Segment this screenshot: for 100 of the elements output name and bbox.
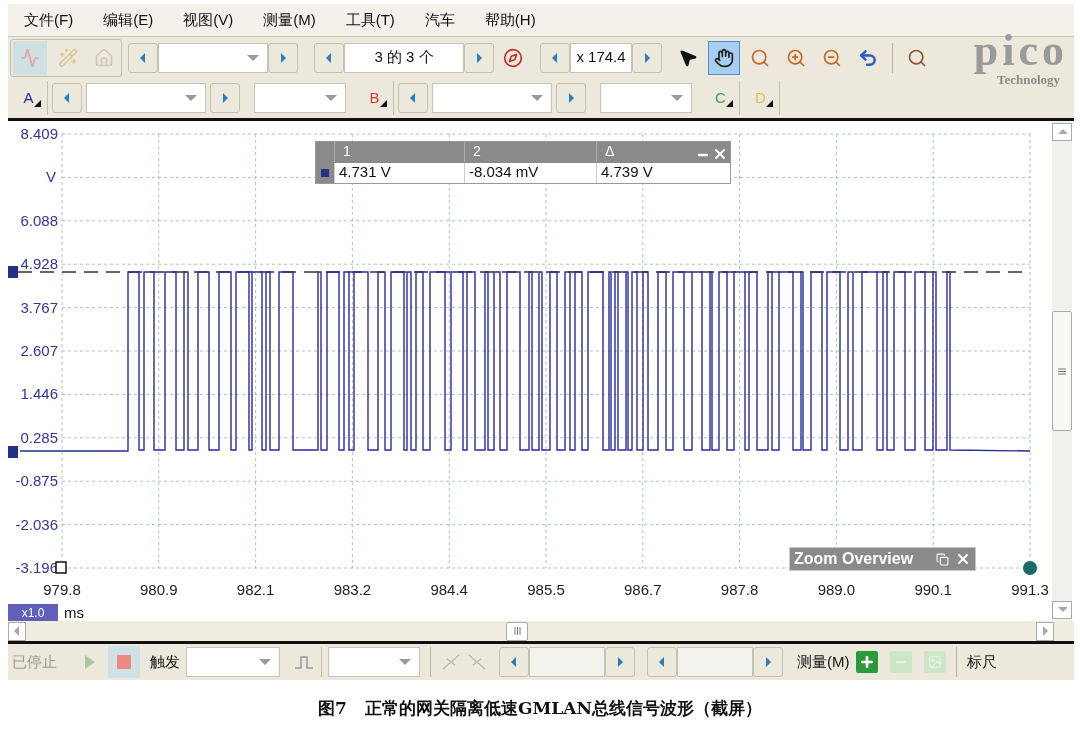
x-axis-label: 986.7 [624, 581, 662, 598]
y-axis-label: -2.036 [15, 515, 58, 533]
next-button[interactable] [464, 42, 494, 73]
dropdown-arrow-icon [325, 94, 337, 102]
previous-button[interactable] [499, 647, 529, 677]
dropdown[interactable] [254, 83, 346, 113]
scope-view-button[interactable] [13, 40, 47, 75]
ruler-handle[interactable] [1023, 561, 1037, 575]
next-button[interactable] [556, 83, 586, 113]
dropdown-arrow-icon [671, 94, 683, 102]
menu-item[interactable]: 文件(F) [24, 8, 74, 32]
zoom-in-icon [786, 47, 806, 68]
left-arrow-icon [509, 656, 519, 668]
dropdown-arrow-icon [259, 658, 271, 666]
y-axis-label: 4.928 [20, 255, 58, 273]
x-axis-label: 984.4 [430, 581, 468, 598]
channel-swatch [321, 168, 329, 177]
dropdown-arrow-icon [399, 658, 411, 666]
restore-icon[interactable] [936, 552, 949, 566]
axis-unit: V [46, 168, 56, 186]
dropdown[interactable] [158, 42, 268, 73]
close-icon[interactable] [712, 146, 728, 162]
next-button[interactable] [210, 83, 240, 113]
grip-icon [1058, 367, 1066, 375]
corner-arrow-icon [34, 100, 41, 107]
menu-item[interactable]: 帮助(H) [484, 8, 536, 32]
hand-icon [714, 47, 734, 68]
axis-unit: ms [64, 603, 84, 623]
value-field[interactable] [529, 647, 605, 677]
page-counter-field[interactable]: 3 的 3 个 [344, 42, 464, 73]
scroll-thumb[interactable] [506, 621, 528, 641]
channel-button[interactable]: B [356, 81, 394, 115]
magnifier-icon [907, 47, 927, 68]
add-button[interactable] [855, 651, 878, 673]
column-header: 2 [464, 141, 596, 162]
menu-item[interactable]: 工具(T) [345, 8, 395, 32]
image-icon [927, 655, 942, 669]
trigger-marker[interactable] [55, 561, 67, 574]
dropdown-arrow-icon [185, 94, 197, 102]
menu-item[interactable]: 视图(V) [183, 8, 234, 32]
column-header: 1 [334, 141, 464, 162]
x-axis-label: 979.8 [43, 581, 81, 598]
close-icon[interactable] [955, 551, 971, 567]
previous-button[interactable] [398, 83, 428, 113]
x-scale-badge[interactable]: x1.0 [8, 604, 58, 621]
zoom-out-icon [822, 47, 842, 68]
ruler-label: 标尺 [966, 651, 997, 672]
figure-label: 图7 [318, 697, 347, 720]
vertical-scrollbar[interactable] [1052, 121, 1072, 621]
dropdown[interactable] [328, 647, 420, 677]
y-axis-label: 3.767 [20, 298, 58, 316]
stop-icon [117, 655, 131, 669]
dropdown[interactable] [600, 83, 692, 113]
zoom-factor-field[interactable]: x 174.4 [570, 42, 632, 73]
previous-button[interactable] [314, 42, 344, 73]
left-arrow-icon [657, 656, 667, 668]
logo-wordmark: pico [973, 29, 1068, 73]
undo-icon [858, 47, 878, 68]
channel-marker[interactable] [8, 446, 18, 458]
next-button[interactable] [605, 647, 635, 677]
channel-marker[interactable] [8, 266, 18, 278]
table-cell: 4.731 V [334, 162, 464, 183]
stop-button[interactable] [108, 646, 140, 678]
next-button[interactable] [753, 647, 783, 677]
scroll-thumb[interactable] [1052, 311, 1072, 431]
horizontal-scrollbar[interactable] [8, 621, 1074, 641]
next-button[interactable] [632, 42, 662, 73]
x-axis-label: 985.5 [527, 581, 565, 598]
previous-button[interactable] [647, 647, 677, 677]
next-button[interactable] [268, 42, 298, 73]
right-arrow-icon [566, 92, 576, 104]
y-axis-label: 1.446 [20, 385, 58, 403]
corner-arrow-icon [766, 100, 773, 107]
x-axis-label: 991.3 [1011, 581, 1049, 598]
tool-button[interactable] [708, 40, 740, 75]
dropdown[interactable] [86, 83, 206, 113]
value-field[interactable] [677, 647, 753, 677]
scroll-left-icon [12, 625, 22, 637]
left-arrow-icon [138, 51, 148, 64]
menu-item[interactable]: 汽车 [424, 8, 455, 32]
x-axis-label: 983.2 [333, 581, 372, 598]
dropdown[interactable] [432, 83, 552, 113]
plus-icon [858, 654, 875, 670]
corner-arrow-icon [380, 100, 387, 107]
right-arrow-icon [278, 51, 288, 64]
x-axis-label: 989.0 [817, 581, 856, 598]
previous-button[interactable] [52, 83, 82, 113]
dropdown[interactable] [186, 647, 280, 677]
menu-item[interactable]: 编辑(E) [103, 8, 154, 32]
channel-button[interactable]: A [10, 81, 48, 115]
logo-tagline: Technology [996, 73, 1060, 86]
y-axis-label: 6.088 [20, 211, 58, 229]
x-axis-label: 990.1 [914, 581, 952, 598]
wand-icon [58, 47, 78, 68]
menu-item[interactable]: 测量(M) [263, 8, 316, 32]
previous-button[interactable] [540, 42, 570, 73]
previous-button[interactable] [128, 42, 158, 73]
x-axis-label: 982.1 [236, 581, 275, 598]
play-icon [85, 655, 95, 669]
left-arrow-icon [550, 51, 560, 64]
